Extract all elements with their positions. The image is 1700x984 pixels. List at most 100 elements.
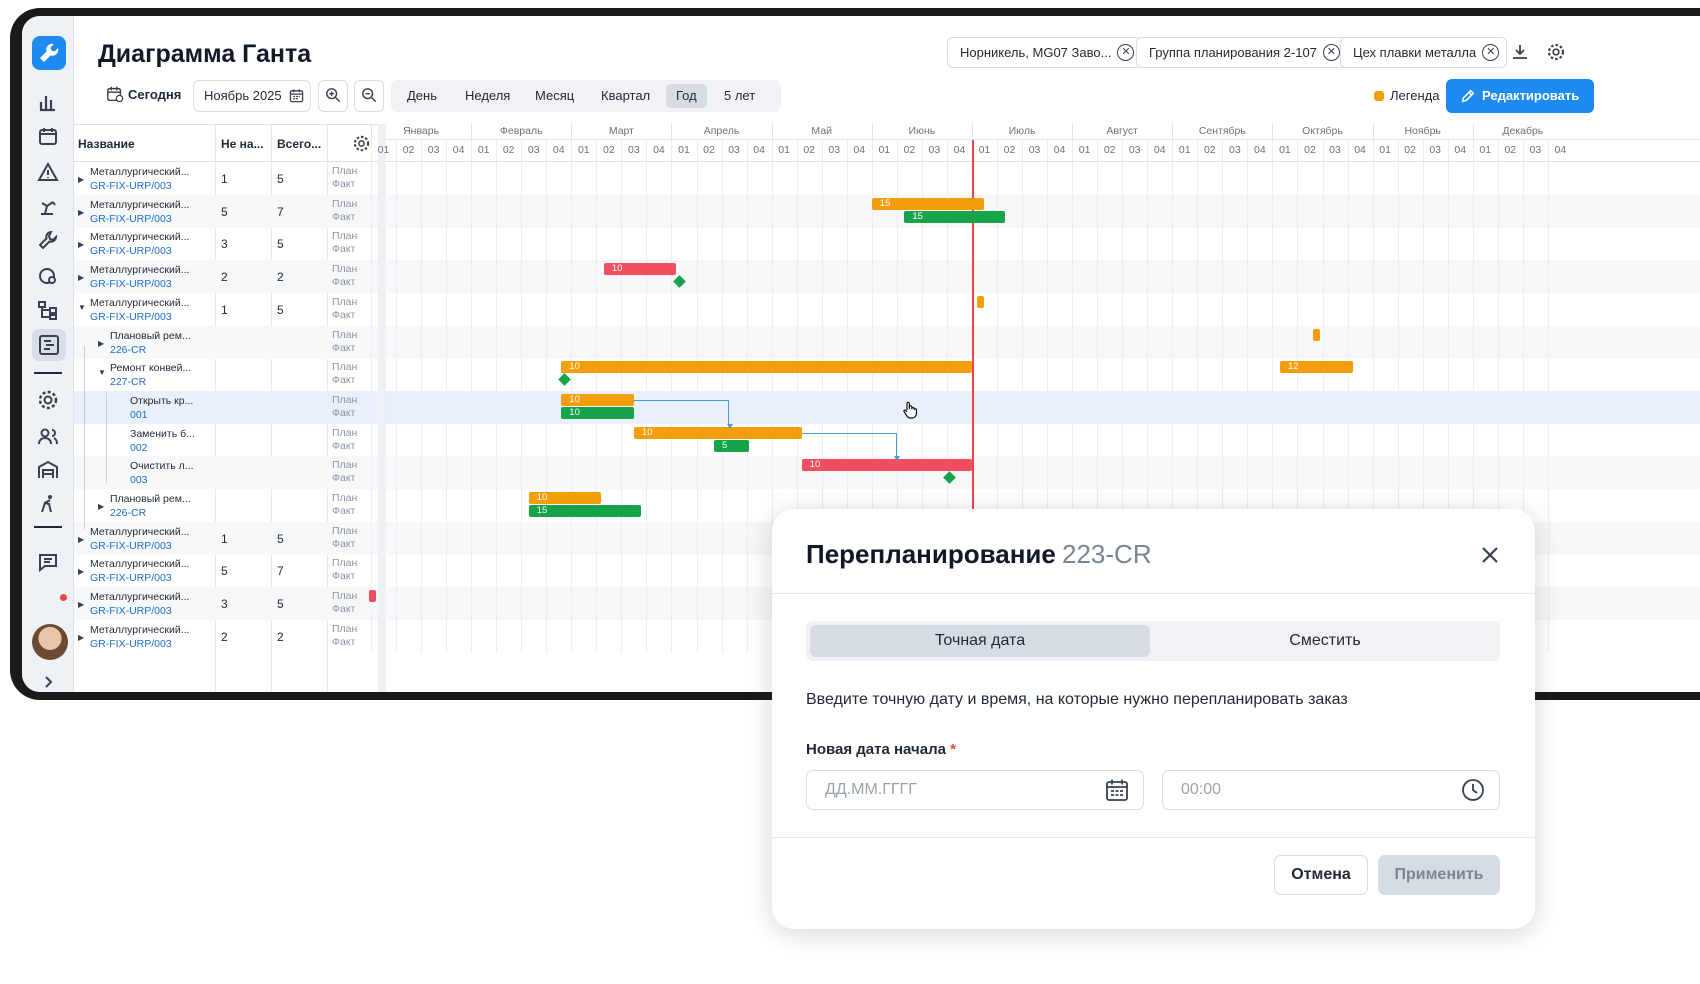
scale-week[interactable]: Неделя [455, 84, 520, 108]
zoom-in-button[interactable] [318, 80, 348, 112]
expand-caret-icon[interactable]: ▶ [78, 273, 84, 282]
robot-arm-icon[interactable] [36, 194, 60, 218]
calendar-icon[interactable] [36, 124, 60, 148]
collapse-caret-icon[interactable]: ▼ [98, 368, 106, 377]
filter-chip-group[interactable]: Группа планирования 2-107 ✕ [1136, 37, 1348, 68]
app-logo-icon[interactable] [32, 36, 66, 70]
plan-bar[interactable] [368, 590, 376, 603]
row-name[interactable]: Металлургический... GR-FIX-URP/003 [90, 557, 189, 585]
row-name[interactable]: Очистить л... 003 [130, 459, 194, 487]
row-code-link[interactable]: GR-FIX-URP/003 [90, 212, 189, 226]
clock-icon[interactable] [1460, 777, 1486, 803]
row-code-link[interactable]: GR-FIX-URP/003 [90, 244, 189, 258]
expand-caret-icon[interactable]: ▶ [78, 633, 84, 642]
plan-bar[interactable] [976, 295, 985, 308]
expand-caret-icon[interactable]: ▶ [98, 339, 104, 348]
row-code-link[interactable]: GR-FIX-URP/003 [90, 277, 189, 291]
row-code-link[interactable]: 227-CR [110, 375, 191, 389]
gear-icon[interactable] [1546, 42, 1566, 62]
expand-caret-icon[interactable]: ▶ [78, 600, 84, 609]
hierarchy-icon[interactable] [36, 298, 60, 322]
date-input[interactable] [806, 770, 1144, 810]
row-code-link[interactable]: 226-CR [110, 506, 191, 520]
column-not-started[interactable]: Не на... [221, 137, 264, 151]
plan-bar[interactable]: 15 [871, 197, 985, 210]
row-name[interactable]: Металлургический... GR-FIX-URP/003 [90, 525, 189, 553]
expand-caret-icon[interactable]: ▶ [78, 240, 84, 249]
close-icon[interactable]: ✕ [1482, 44, 1500, 61]
fact-bar[interactable]: 10 [561, 406, 634, 419]
milestone-diamond[interactable] [557, 373, 571, 387]
scale-quarter[interactable]: Квартал [591, 84, 660, 108]
plan-bar[interactable] [1312, 328, 1320, 341]
row-code-link[interactable]: 003 [130, 473, 194, 487]
time-input[interactable] [1162, 770, 1500, 810]
fact-bar[interactable]: 15 [528, 505, 642, 517]
row-name[interactable]: Металлургический... GR-FIX-URP/003 [90, 623, 189, 651]
gantt-splitter[interactable] [378, 124, 386, 692]
row-name[interactable]: Плановый рем... 226-CR [110, 492, 191, 520]
plan-bar[interactable]: 10 [633, 426, 802, 439]
expand-caret-icon[interactable]: ▶ [98, 502, 104, 511]
warning-icon[interactable] [36, 160, 60, 184]
tab-exact-date[interactable]: Точная дата [810, 625, 1150, 657]
scale-day[interactable]: День [397, 84, 447, 108]
close-icon[interactable]: ✕ [1322, 44, 1340, 61]
chevron-right-icon[interactable] [36, 670, 60, 692]
row-name[interactable]: Ремонт конвей... 227-CR [110, 361, 191, 389]
today-button[interactable]: Сегодня [94, 80, 192, 112]
analytics-icon[interactable] [36, 90, 60, 114]
row-code-link[interactable]: 001 [130, 408, 193, 422]
download-icon[interactable] [1510, 42, 1530, 62]
plan-bar[interactable]: 10 [561, 361, 972, 374]
apply-button[interactable]: Применить [1378, 855, 1500, 895]
column-total[interactable]: Всего... [277, 137, 321, 151]
fact-bar[interactable]: 5 [714, 439, 750, 452]
row-code-link[interactable]: GR-FIX-URP/003 [90, 571, 189, 585]
collapse-caret-icon[interactable]: ▼ [78, 303, 86, 312]
avatar[interactable] [32, 624, 68, 660]
expand-caret-icon[interactable]: ▶ [78, 567, 84, 576]
edit-button[interactable]: Редактировать [1446, 79, 1594, 113]
scale-5-years[interactable]: 5 лет [714, 84, 765, 108]
row-code-link[interactable]: GR-FIX-URP/003 [90, 539, 189, 553]
plan-bar[interactable]: 10 [801, 459, 972, 472]
accessibility-icon[interactable] [36, 492, 60, 516]
warehouse-icon[interactable] [36, 458, 60, 482]
legend-button[interactable]: Легенда [1374, 86, 1439, 106]
column-name[interactable]: Название [78, 137, 135, 151]
row-name[interactable]: Металлургический... GR-FIX-URP/003 [90, 590, 189, 618]
close-icon[interactable]: ✕ [1117, 44, 1135, 61]
row-code-link[interactable]: GR-FIX-URP/003 [90, 637, 189, 651]
milestone-diamond[interactable] [673, 275, 686, 288]
expand-caret-icon[interactable]: ▶ [78, 535, 84, 544]
messages-icon[interactable] [36, 550, 60, 574]
filter-chip-shop[interactable]: Цех плавки металла ✕ [1340, 37, 1508, 68]
gantt-icon[interactable] [32, 329, 66, 361]
milestone-diamond[interactable] [943, 471, 957, 485]
filter-chip-company[interactable]: Норникель, MG07 Заво... ✕ [947, 37, 1143, 68]
row-code-link[interactable]: GR-FIX-URP/003 [90, 310, 189, 324]
row-code-link[interactable]: GR-FIX-URP/003 [90, 179, 189, 193]
row-name[interactable]: Металлургический... GR-FIX-URP/003 [90, 230, 189, 258]
plan-bar[interactable]: 10 [561, 393, 634, 406]
tab-shift[interactable]: Сместить [1154, 625, 1496, 657]
row-code-link[interactable]: GR-FIX-URP/003 [90, 604, 189, 618]
row-name[interactable]: Заменить б... 002 [130, 427, 195, 455]
row-name[interactable]: Металлургический... GR-FIX-URP/003 [90, 263, 189, 291]
scale-year[interactable]: Год [666, 84, 707, 108]
settings-cycle-icon[interactable] [36, 264, 60, 288]
zoom-out-button[interactable] [354, 80, 384, 112]
row-name[interactable]: Металлургический... GR-FIX-URP/003 [90, 296, 189, 324]
row-name[interactable]: Металлургический... GR-FIX-URP/003 [90, 198, 189, 226]
row-name[interactable]: Открыть кр... 001 [130, 394, 193, 422]
row-name[interactable]: Плановый рем... 226-CR [110, 329, 191, 357]
calendar-icon[interactable] [1104, 777, 1130, 803]
cancel-button[interactable]: Отмена [1274, 855, 1368, 895]
row-code-link[interactable]: 002 [130, 441, 195, 455]
wrench-icon[interactable] [36, 228, 60, 252]
row-code-link[interactable]: 226-CR [110, 343, 191, 357]
column-settings-icon[interactable] [352, 134, 371, 153]
close-icon[interactable] [1478, 543, 1502, 567]
expand-caret-icon[interactable]: ▶ [78, 208, 84, 217]
